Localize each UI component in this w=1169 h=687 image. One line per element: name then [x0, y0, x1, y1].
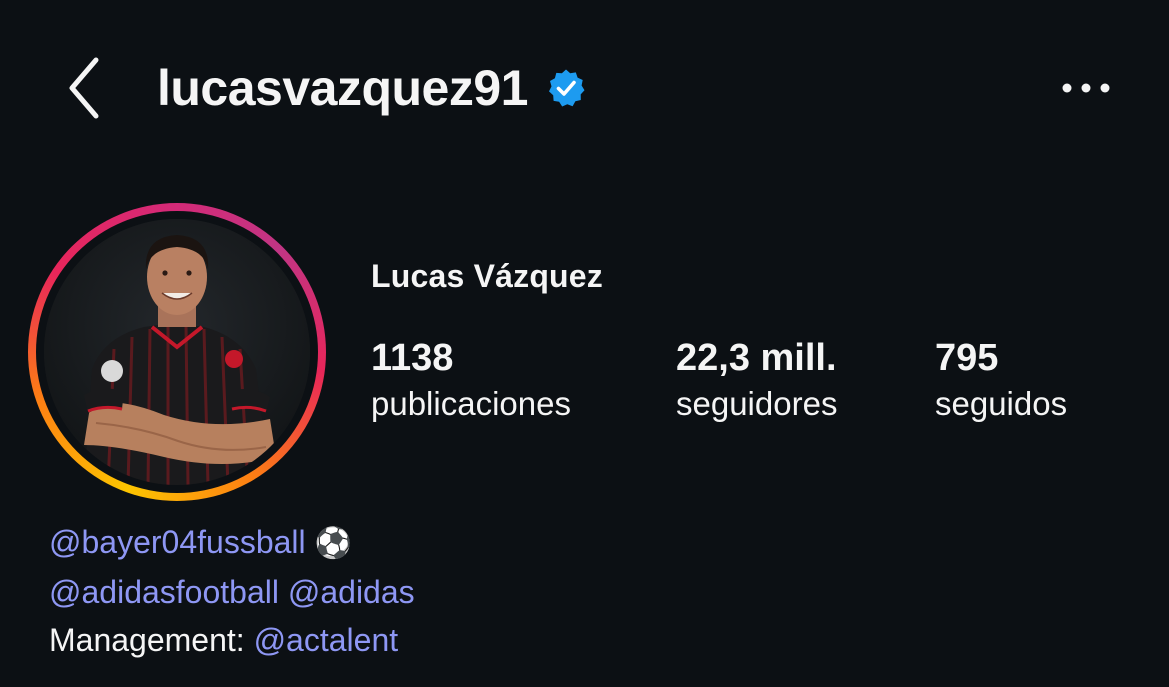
stat-following[interactable]: 795 seguidos — [935, 336, 1067, 428]
stat-posts-count: 1138 — [371, 337, 454, 379]
stat-posts[interactable]: 1138 publicaciones — [371, 336, 571, 428]
more-options-button[interactable] — [1054, 68, 1118, 108]
bio-line-2: @adidasfootball @adidas — [49, 568, 415, 616]
bio-line-3: Management: @actalent — [49, 616, 415, 664]
more-horizontal-icon — [1062, 83, 1110, 93]
mention-link-actalent[interactable]: @actalent — [254, 622, 399, 658]
profile-bio: @bayer04fussball ⚽ @adidasfootball @adid… — [49, 518, 415, 664]
stat-followers[interactable]: 22,3 mill. seguidores — [676, 336, 837, 428]
mention-link-adidasfootball[interactable]: @adidasfootball — [49, 574, 279, 610]
stat-posts-label: publicaciones — [371, 385, 571, 422]
stat-followers-count: 22,3 mill. — [676, 337, 837, 379]
back-button[interactable] — [56, 52, 112, 124]
management-label: Management: — [49, 622, 254, 658]
chevron-left-icon — [69, 57, 99, 119]
stat-following-label: seguidos — [935, 385, 1068, 422]
stat-following-count: 795 — [935, 337, 999, 379]
soccer-ball-icon: ⚽ — [314, 527, 352, 560]
verified-badge-icon — [548, 69, 585, 107]
mention-link-bayer04fussball[interactable]: @bayer04fussball — [49, 524, 306, 560]
mention-link-adidas[interactable]: @adidas — [288, 574, 415, 610]
story-ring[interactable] — [28, 203, 326, 501]
avatar — [44, 219, 310, 485]
bio-line-1: @bayer04fussball ⚽ — [49, 518, 415, 568]
avatar-frame — [36, 211, 318, 493]
stat-followers-label: seguidores — [676, 385, 838, 422]
profile-header: lucasvazquez91 — [157, 56, 586, 120]
profile-full-name: Lucas Vázquez — [371, 258, 604, 294]
username: lucasvazquez91 — [157, 60, 528, 116]
